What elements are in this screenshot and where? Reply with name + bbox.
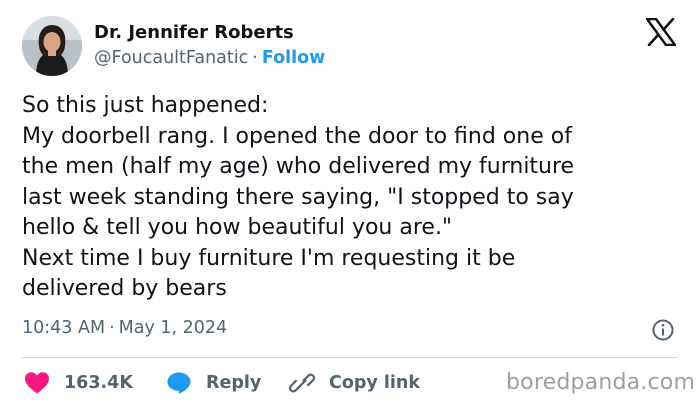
reply-button[interactable]: Reply xyxy=(166,370,261,396)
like-button[interactable]: 163.4K xyxy=(24,370,133,396)
link-icon xyxy=(289,373,315,393)
tweet-line: Next time I buy furniture I'm requesting… xyxy=(22,245,516,271)
tweet-text: So this just happened: My doorbell rang.… xyxy=(22,91,692,305)
x-logo-icon[interactable] xyxy=(645,17,677,47)
author-name[interactable]: Dr. Jennifer Roberts xyxy=(94,22,294,43)
avatar[interactable] xyxy=(22,16,82,76)
speech-bubble-icon xyxy=(167,372,191,394)
copy-link-label: Copy link xyxy=(329,373,420,393)
tweet-line: My doorbell rang. I opened the door to f… xyxy=(22,123,572,149)
tweet-line: the men (half my age) who delivered my f… xyxy=(22,154,575,179)
tweet-line: So this just happened: xyxy=(22,93,269,118)
avatar-photo xyxy=(22,16,82,76)
tweet-date: May 1, 2024 xyxy=(118,318,228,338)
heart-icon xyxy=(25,372,49,394)
info-icon[interactable] xyxy=(651,318,675,342)
tweet-line: delivered by bears xyxy=(22,276,227,301)
author-handle-row: @FoucaultFanatic · Follow xyxy=(94,48,325,68)
tweet-line: hello & tell you how beautiful you are." xyxy=(22,215,453,240)
copy-link-button[interactable]: Copy link xyxy=(289,370,420,396)
handle-separator: · xyxy=(252,48,258,68)
author-handle[interactable]: @FoucaultFanatic xyxy=(94,48,248,68)
tweet-line: last week standing there saying, "I stop… xyxy=(22,184,574,210)
like-count: 163.4K xyxy=(64,373,133,393)
timestamp-separator: · xyxy=(109,318,115,338)
follow-button[interactable]: Follow xyxy=(262,48,325,68)
watermark: boredpanda.com xyxy=(506,370,696,395)
timestamp-link[interactable]: 10:43 AM · May 1, 2024 xyxy=(22,318,227,338)
reply-label: Reply xyxy=(206,373,262,393)
tweet-card: Dr. Jennifer Roberts @FoucaultFanatic · Fo… xyxy=(0,0,700,410)
tweet-time: 10:43 AM xyxy=(22,318,106,338)
divider xyxy=(22,357,678,358)
